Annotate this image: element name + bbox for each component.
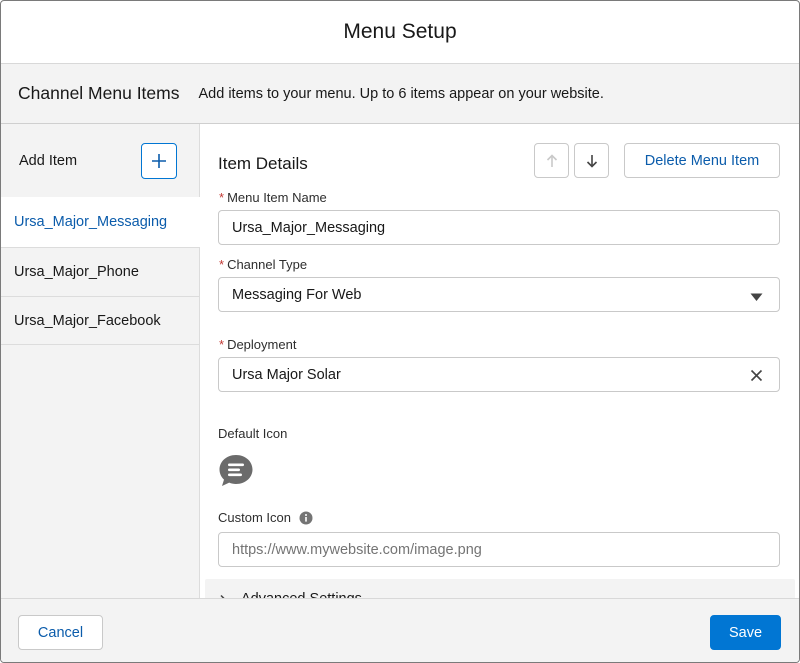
modal-title: Menu Setup [343, 20, 457, 43]
deployment-value: Ursa Major Solar [232, 366, 341, 383]
deployment-label: * Deployment [219, 337, 296, 352]
caret-down-icon [750, 293, 763, 301]
menu-item-name-label-text: Menu Item Name [227, 190, 327, 205]
menu-setup-modal: Menu Setup Channel Menu Items Add items … [0, 0, 800, 663]
modal-footer: Cancel Save [1, 598, 799, 662]
item-details-panel: Item Details Delete Menu Item * Menu Item… [201, 124, 799, 599]
deployment-combobox[interactable]: Ursa Major Solar [218, 357, 780, 392]
sidebar-item-ursa-major-messaging[interactable]: Ursa_Major_Messaging [1, 197, 200, 247]
arrow-up-icon [546, 153, 557, 167]
required-marker: * [219, 337, 225, 352]
custom-icon-label-text: Custom Icon [218, 510, 291, 525]
section-title: Channel Menu Items [18, 83, 180, 103]
required-marker: * [219, 190, 225, 205]
channel-type-label: * Channel Type [219, 257, 307, 272]
delete-menu-item-button[interactable]: Delete Menu Item [624, 143, 780, 178]
deployment-label-text: Deployment [227, 337, 297, 352]
advanced-settings-section[interactable]: Advanced Settings [205, 579, 795, 599]
save-button[interactable]: Save [710, 615, 781, 650]
required-marker: * [219, 257, 225, 272]
chat-bubble-icon [219, 455, 253, 486]
channel-type-label-text: Channel Type [227, 257, 308, 272]
modal-header: Menu Setup [1, 1, 799, 64]
add-item-row: Add Item [1, 124, 199, 197]
sidebar-item-ursa-major-facebook[interactable]: Ursa_Major_Facebook [1, 296, 199, 345]
sidebar-item-ursa-major-phone[interactable]: Ursa_Major_Phone [1, 247, 199, 296]
move-up-button[interactable] [534, 143, 569, 178]
custom-icon-label: Custom Icon [218, 510, 313, 525]
menu-item-name-label: * Menu Item Name [219, 190, 327, 205]
custom-icon-field[interactable] [218, 532, 780, 567]
add-item-button[interactable] [141, 143, 177, 179]
section-description: Add items to your menu. Up to 6 items ap… [198, 85, 604, 102]
cancel-button[interactable]: Cancel [18, 615, 103, 650]
clear-icon[interactable] [750, 369, 763, 382]
sidebar-item-label: Ursa_Major_Phone [14, 264, 139, 280]
default-icon-label: Default Icon [218, 426, 288, 441]
menu-item-name-field[interactable] [218, 210, 780, 245]
menu-items-sidebar: Add Item Ursa_Major_Messaging Ursa_Major… [1, 124, 200, 599]
channel-type-select[interactable]: Messaging For Web [218, 277, 780, 312]
custom-icon-url-input[interactable] [232, 541, 779, 558]
item-details-title: Item Details [218, 154, 308, 173]
channel-menu-subheader: Channel Menu Items Add items to your men… [1, 64, 799, 124]
info-icon[interactable] [299, 511, 313, 525]
channel-type-value: Messaging For Web [232, 286, 362, 303]
menu-item-name-input[interactable] [232, 219, 779, 236]
sidebar-item-label: Ursa_Major_Facebook [14, 312, 161, 329]
arrow-down-icon [586, 154, 597, 168]
move-down-button[interactable] [574, 143, 609, 178]
add-item-label: Add Item [19, 152, 78, 169]
sidebar-item-label: Ursa_Major_Messaging [14, 214, 168, 230]
plus-icon [152, 154, 166, 168]
